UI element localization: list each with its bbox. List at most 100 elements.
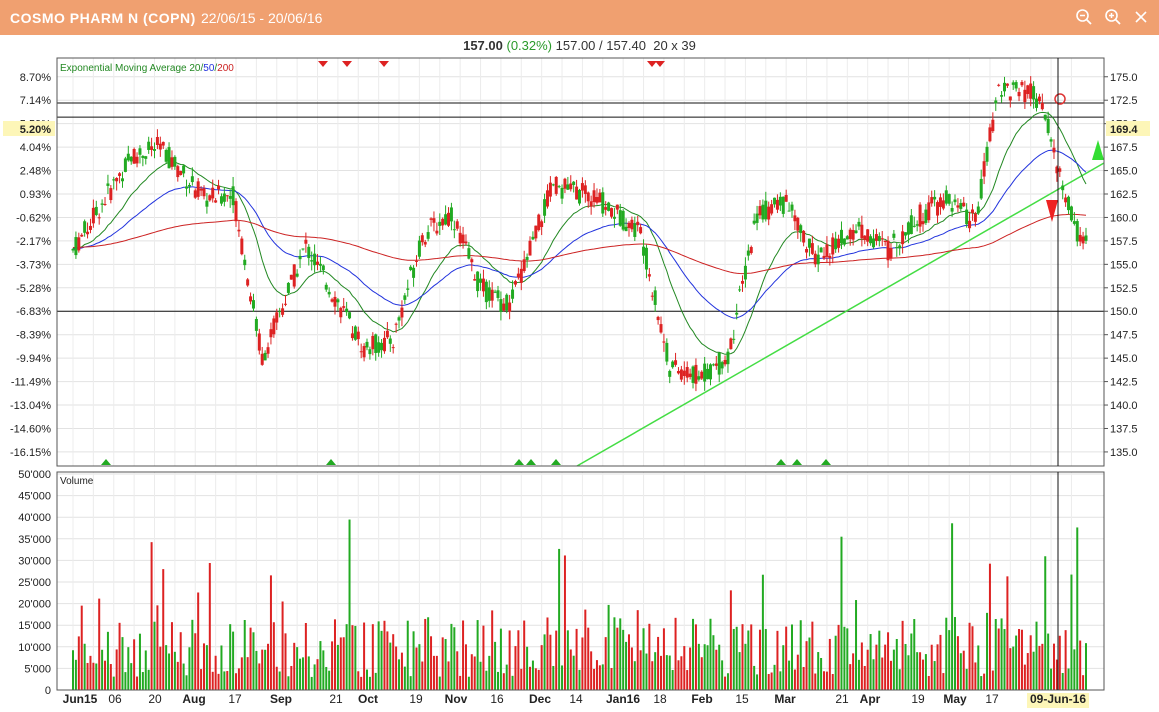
candle-body [353, 326, 357, 340]
volume-bar [866, 649, 869, 690]
pct-tick-label: -3.73% [16, 259, 51, 271]
volume-bar [112, 676, 115, 690]
candle-body [423, 241, 427, 245]
zoom-in-button[interactable] [1102, 6, 1124, 28]
volume-bar [296, 647, 299, 690]
volume-bar [409, 676, 412, 690]
close-button[interactable] [1130, 6, 1152, 28]
candle-body [904, 232, 908, 236]
volume-bar [686, 670, 689, 690]
volume-bar [892, 649, 895, 690]
volume-tick-label: 35'000 [18, 534, 51, 546]
candle-body [100, 203, 104, 205]
volume-bar [1009, 648, 1012, 690]
volume-bar [595, 660, 598, 690]
volume-bar [281, 601, 284, 690]
candle-body [720, 362, 724, 369]
volume-bar [476, 620, 479, 690]
candle-body [857, 221, 861, 227]
candle-body [618, 210, 622, 226]
volume-bar [1061, 673, 1064, 690]
candle-body [263, 352, 267, 361]
candle-body [1067, 196, 1071, 211]
candle-body [915, 224, 919, 226]
candle-body [781, 196, 785, 214]
volume-bar [205, 645, 208, 690]
candle-body [167, 147, 171, 169]
candle-body [1055, 166, 1059, 174]
candle-body [988, 127, 992, 142]
volume-bar [552, 665, 555, 690]
candle-body [318, 263, 322, 266]
candle-body [1064, 197, 1068, 203]
pct-tick-label: -11.49% [11, 377, 51, 389]
candle-body [653, 290, 657, 305]
candle-body [214, 200, 218, 203]
volume-bar [773, 664, 776, 690]
candle-body [589, 201, 593, 207]
volume-bar [709, 618, 712, 690]
candle-body [473, 279, 477, 281]
volume-bar [496, 671, 499, 690]
candle-body [251, 300, 255, 309]
volume-bar [808, 637, 811, 690]
volume-bar [450, 623, 453, 690]
cursor-date-box [1027, 693, 1089, 708]
candle-body [892, 233, 896, 238]
candle-body [1072, 221, 1076, 224]
candle-body [743, 265, 747, 280]
candle-body [886, 240, 890, 261]
candle-body [770, 204, 774, 214]
candle-body [321, 265, 325, 271]
volume-bar [366, 669, 369, 690]
volume-tick-label: 40'000 [18, 512, 51, 524]
x-tick-label: Jan16 [606, 692, 640, 706]
volume-bar [333, 619, 336, 690]
volume-bar [415, 647, 418, 690]
pct-tick-label: -8.39% [16, 330, 51, 342]
sell-signal-marker [318, 61, 328, 67]
candle-body [505, 294, 509, 311]
candle-body [458, 232, 462, 244]
candle-body [158, 143, 162, 150]
candle-body [333, 296, 337, 307]
volume-bar [558, 548, 561, 690]
volume-bar [374, 672, 377, 690]
volume-tick-label: 15'000 [18, 620, 51, 632]
volume-bar [1012, 646, 1015, 690]
candle-body [796, 217, 800, 231]
volume-bar [304, 623, 307, 690]
candle-body [77, 237, 81, 251]
volume-bar [441, 637, 444, 690]
candle-body [807, 238, 811, 248]
volume-bar [852, 653, 855, 690]
volume-tick-label: 20'000 [18, 599, 51, 611]
volume-bar [351, 625, 354, 690]
volume-bar [1029, 635, 1032, 690]
candle-body [752, 220, 756, 224]
candle-body [511, 289, 515, 299]
volume-bar [543, 634, 546, 690]
price-tick-label: 145.0 [1110, 353, 1138, 365]
zoom-out-button[interactable] [1073, 6, 1095, 28]
volume-bar [683, 646, 686, 690]
price-tick-label: 157.5 [1110, 236, 1138, 248]
volume-bar [400, 652, 403, 690]
pct-highlight-label: 5.20% [20, 124, 51, 136]
candle-body [708, 364, 712, 380]
volume-bar [191, 619, 194, 690]
volume-bar [875, 644, 878, 690]
candle-body [228, 195, 232, 199]
volume-bar [712, 635, 715, 690]
candle-body [484, 281, 488, 303]
volume-bar [156, 605, 159, 690]
volume-bar [948, 630, 951, 690]
candle-body [848, 229, 852, 240]
volume-bar [840, 536, 843, 690]
candle-body [432, 218, 436, 223]
volume-bar [887, 632, 890, 690]
candle-body [522, 259, 526, 272]
candle-body [97, 217, 101, 219]
volume-bar [77, 636, 80, 690]
volume-bar [165, 645, 168, 690]
